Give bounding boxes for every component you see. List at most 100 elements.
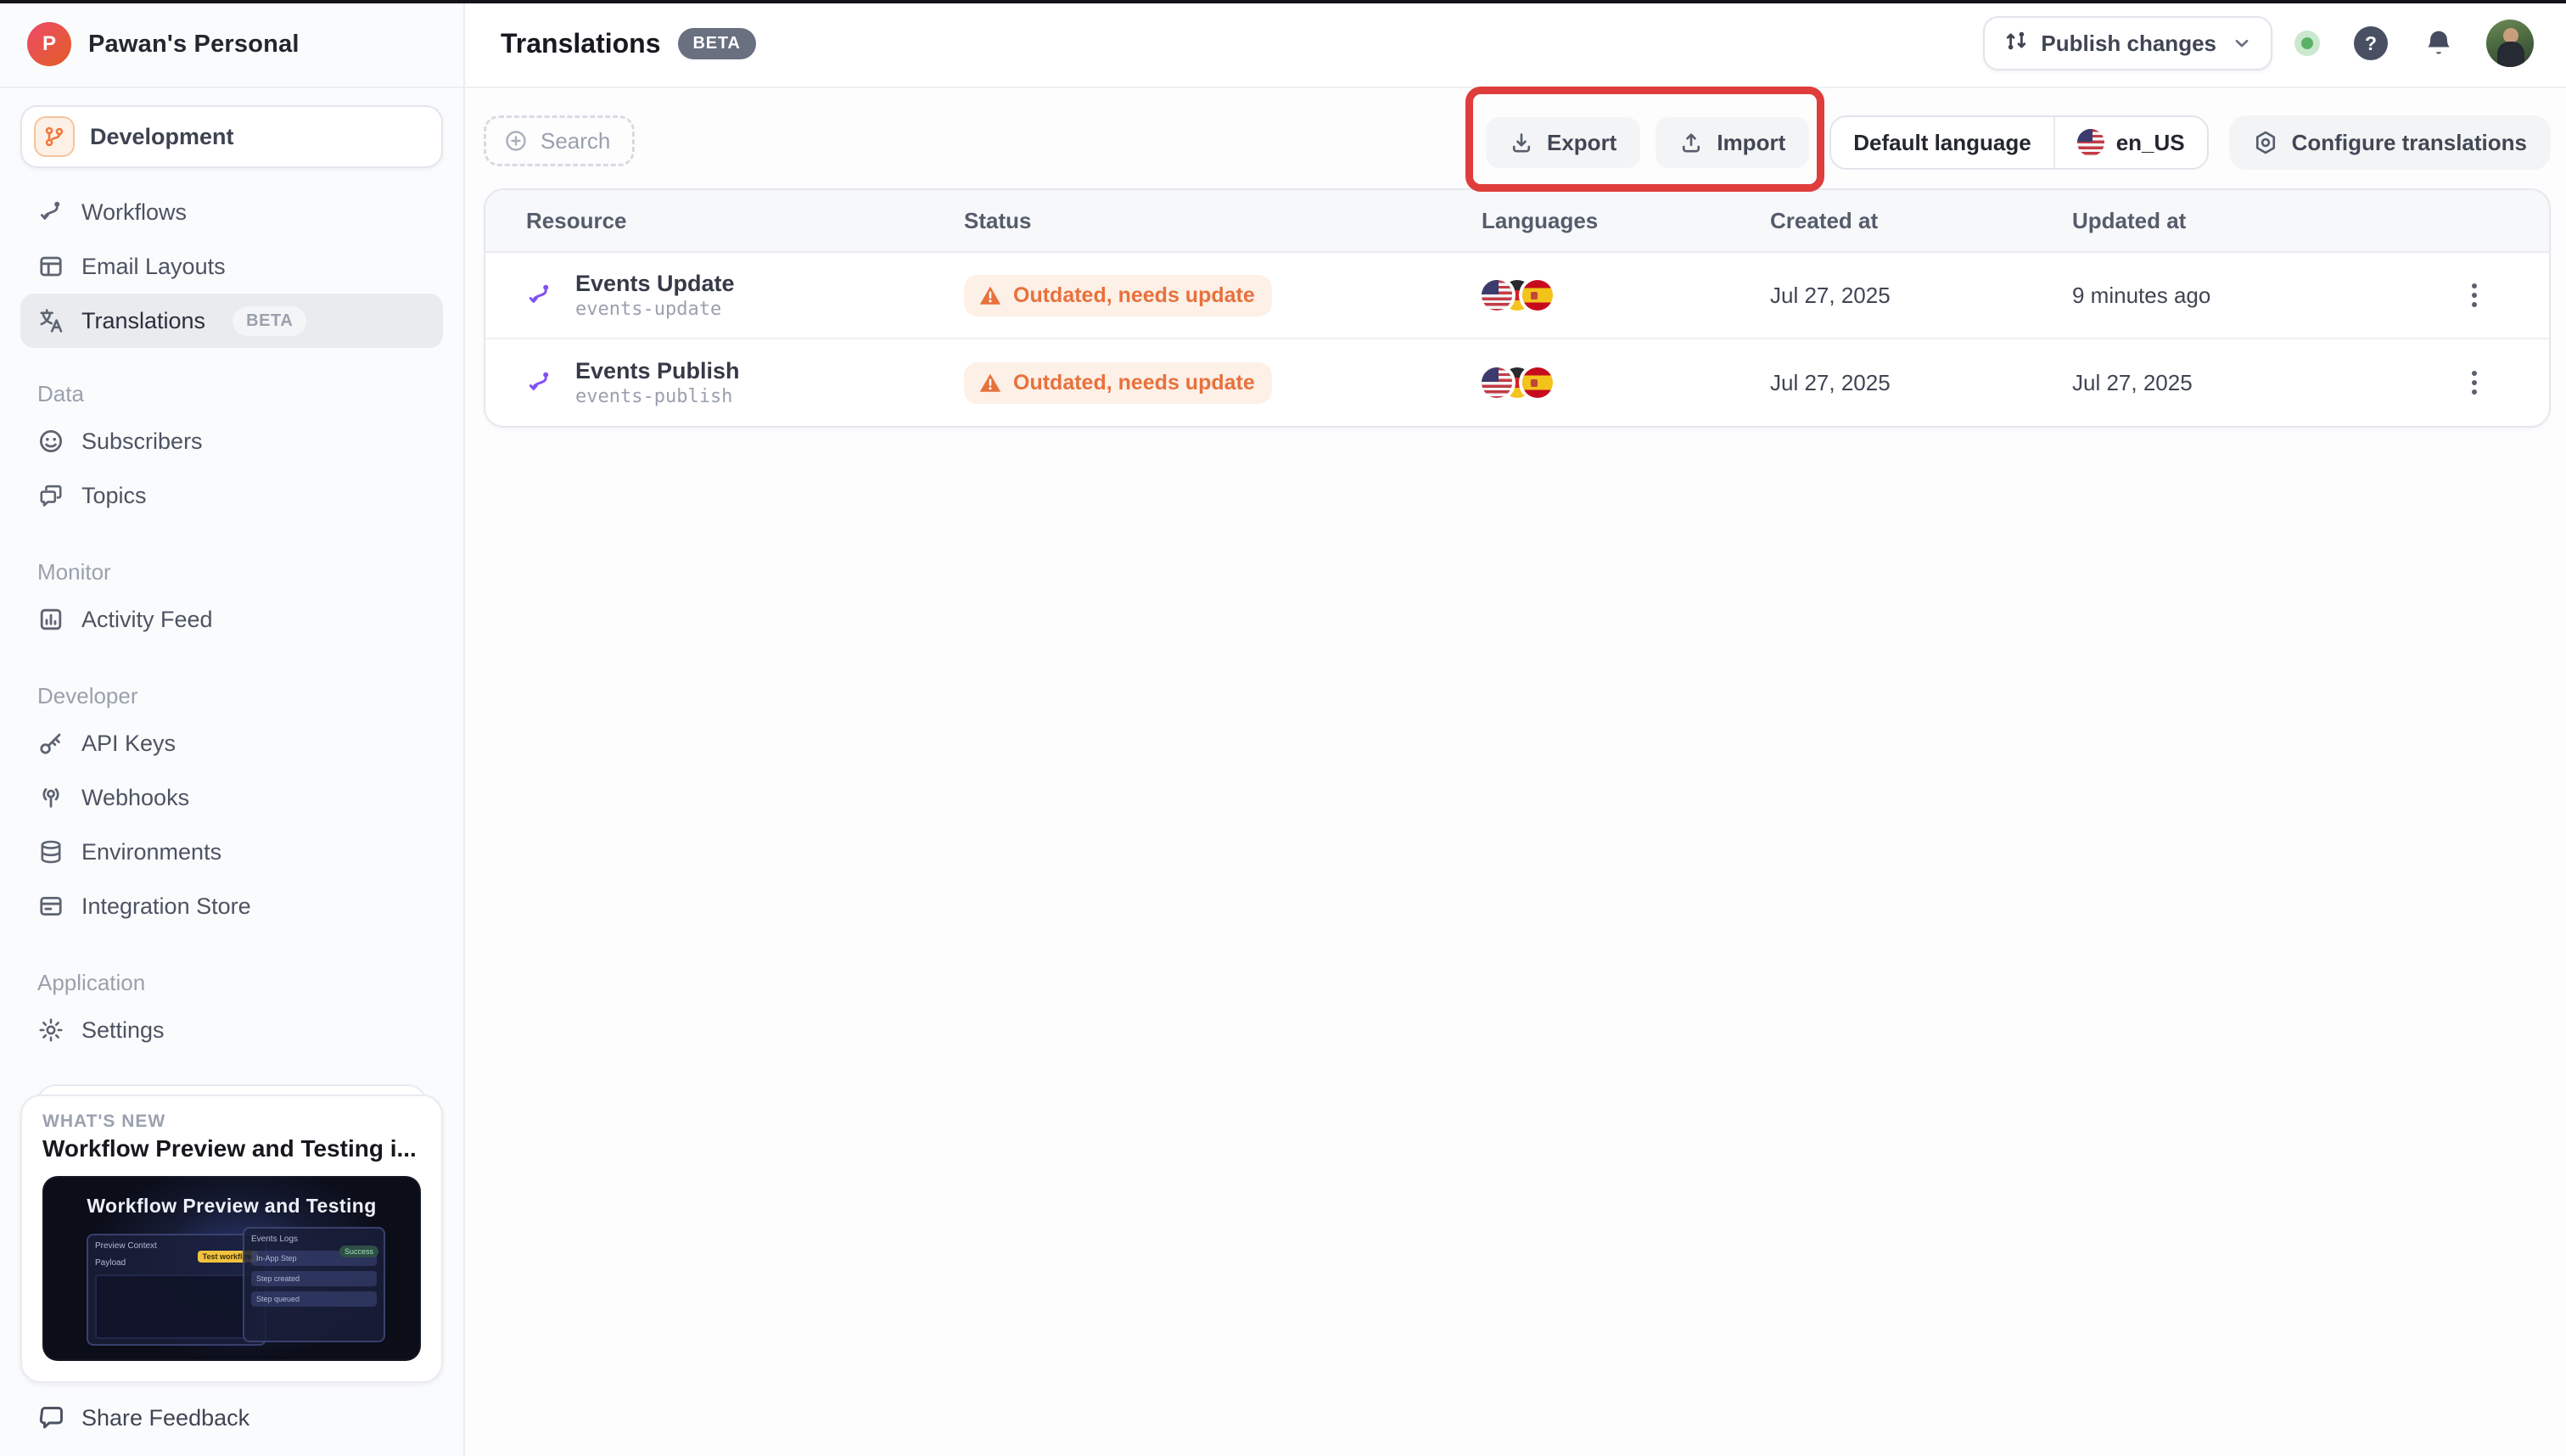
row-actions-kebab-icon[interactable] xyxy=(2454,275,2495,316)
sidebar-item-label: Settings xyxy=(81,1017,165,1044)
whats-new-deck: WHAT'S NEW Workflow Preview and Testing … xyxy=(20,1095,443,1383)
translations-table: Resource Status Languages Created at Upd… xyxy=(484,188,2551,428)
sidebar-item-workflows[interactable]: Workflows xyxy=(20,185,443,239)
workflow-icon xyxy=(526,282,553,309)
main-content: Translations BETA Publish changes xyxy=(465,0,2566,1456)
whats-new-eyebrow: WHAT'S NEW xyxy=(42,1112,421,1132)
sidebar-item-settings[interactable]: Settings xyxy=(20,1003,443,1057)
sidebar-item-api-keys[interactable]: API Keys xyxy=(20,716,443,770)
sidebar-item-label: Email Layouts xyxy=(81,254,226,280)
default-language-group: Default language en_US xyxy=(1829,115,2208,170)
environment-name: Development xyxy=(90,124,234,150)
sidebar-item-email-layouts[interactable]: Email Layouts xyxy=(20,239,443,294)
table-row[interactable]: Events Update events-update Outdated, ne… xyxy=(485,253,2549,339)
gear-icon xyxy=(37,1016,64,1044)
status-badge: Outdated, needs update xyxy=(964,275,1272,316)
updated-at-value: Jul 27, 2025 xyxy=(2072,370,2454,396)
configure-translations-button[interactable]: Configure translations xyxy=(2229,115,2551,170)
topics-bubbles-icon xyxy=(37,482,64,509)
section-title-application: Application xyxy=(37,966,426,1000)
upload-icon xyxy=(1679,131,1703,154)
page-header: Translations BETA Publish changes xyxy=(465,0,2566,88)
sidebar-item-environments[interactable]: Environments xyxy=(20,825,443,879)
created-at-value: Jul 27, 2025 xyxy=(1770,370,2072,396)
row-actions-kebab-icon[interactable] xyxy=(2454,362,2495,403)
window-top-edge xyxy=(0,0,2566,3)
flag-es-icon xyxy=(1522,367,1553,398)
resource-name: Events Publish xyxy=(575,356,740,385)
sidebar-item-label: Workflows xyxy=(81,199,187,226)
preview-image-title: Workflow Preview and Testing xyxy=(42,1195,421,1218)
warning-triangle-icon xyxy=(979,372,1001,393)
import-label: Import xyxy=(1717,130,1785,156)
table-row[interactable]: Events Publish events-publish Outdated, … xyxy=(485,339,2549,426)
column-header-status: Status xyxy=(964,208,1482,234)
sidebar-item-topics[interactable]: Topics xyxy=(20,468,443,523)
flag-es-icon xyxy=(1522,280,1553,311)
app-root: P Pawan's Personal Development xyxy=(0,0,2566,1456)
sidebar-nav: Workflows Email Layouts xyxy=(20,185,443,1057)
preview-log-row: Step created xyxy=(251,1271,377,1286)
publish-changes-button[interactable]: Publish changes xyxy=(1983,16,2272,70)
preview-left-panel-title: Preview Context xyxy=(88,1235,265,1252)
language-select[interactable]: en_US xyxy=(2055,117,2207,168)
column-header-resource: Resource xyxy=(526,208,964,234)
publish-changes-label: Publish changes xyxy=(2041,31,2216,57)
sidebar-item-translations[interactable]: Translations BETA xyxy=(20,294,443,348)
languages-flag-stack xyxy=(1482,367,1770,398)
sidebar-item-label: Subscribers xyxy=(81,428,203,455)
preview-right-panel-title: Events Logs xyxy=(244,1229,384,1246)
column-header-languages: Languages xyxy=(1482,208,1770,234)
preview-left-panel: Preview Context Test workflow Payload xyxy=(87,1234,266,1346)
workspace-avatar: P xyxy=(27,22,71,66)
key-icon xyxy=(37,730,64,757)
workspace-initial: P xyxy=(42,32,56,56)
beta-badge: BETA xyxy=(233,306,306,336)
status-text: Outdated, needs update xyxy=(1013,283,1255,308)
resource-slug: events-publish xyxy=(575,385,740,409)
default-language-label: Default language xyxy=(1831,117,2054,168)
section-title-data: Data xyxy=(37,377,426,411)
column-header-created-at: Created at xyxy=(1770,208,2072,234)
whats-new-card[interactable]: WHAT'S NEW Workflow Preview and Testing … xyxy=(20,1095,443,1383)
activity-chart-icon xyxy=(37,606,64,633)
help-icon[interactable]: ? xyxy=(2354,26,2388,60)
export-button[interactable]: Export xyxy=(1486,117,1640,168)
flag-us-icon xyxy=(2077,129,2104,156)
workflow-icon xyxy=(37,199,64,226)
download-icon xyxy=(1510,131,1533,154)
resource-name: Events Update xyxy=(575,269,735,298)
chat-bubble-icon xyxy=(37,1403,66,1432)
whats-new-preview-image: Workflow Preview and Testing Preview Con… xyxy=(42,1176,421,1361)
preview-right-panel: Events Logs Success In-App Step Step cre… xyxy=(243,1227,385,1342)
chevron-down-icon xyxy=(2232,33,2252,53)
search-button[interactable]: Search xyxy=(484,115,635,166)
environment-selector[interactable]: Development xyxy=(20,105,443,168)
page-title: Translations xyxy=(501,28,661,59)
database-icon xyxy=(37,838,64,865)
languages-flag-stack xyxy=(1482,280,1770,311)
preview-log-row: Step queued xyxy=(251,1291,377,1307)
sidebar-item-activity-feed[interactable]: Activity Feed xyxy=(20,592,443,647)
workspace-name: Pawan's Personal xyxy=(88,31,300,59)
share-feedback-label: Share Feedback xyxy=(81,1405,249,1431)
sidebar-item-integration-store[interactable]: Integration Store xyxy=(20,879,443,933)
environment-status-dot xyxy=(2294,31,2320,56)
git-branch-icon xyxy=(34,116,75,157)
preview-code-block xyxy=(95,1274,258,1339)
user-avatar[interactable] xyxy=(2486,20,2534,67)
warning-triangle-icon xyxy=(979,285,1001,305)
import-button[interactable]: Import xyxy=(1656,117,1809,168)
status-badge: Outdated, needs update xyxy=(964,362,1272,404)
translate-icon xyxy=(37,307,64,334)
share-feedback-button[interactable]: Share Feedback xyxy=(0,1383,463,1456)
notifications-bell-icon[interactable] xyxy=(2423,28,2454,59)
export-label: Export xyxy=(1547,130,1616,156)
workspace-switcher[interactable]: P Pawan's Personal xyxy=(0,0,463,88)
sidebar-item-webhooks[interactable]: Webhooks xyxy=(20,770,443,825)
column-header-updated-at: Updated at xyxy=(2072,208,2454,234)
sidebar-item-label: Translations xyxy=(81,308,205,334)
sidebar-item-label: API Keys xyxy=(81,731,176,757)
subscribers-face-icon xyxy=(37,428,64,455)
sidebar-item-subscribers[interactable]: Subscribers xyxy=(20,414,443,468)
